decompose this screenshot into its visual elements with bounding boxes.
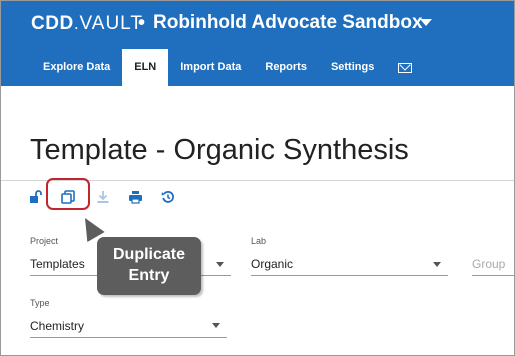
download-icon[interactable] — [94, 187, 112, 207]
group-underline — [472, 275, 514, 276]
main-nav: Explore Data ELN Import Data Reports Set… — [31, 49, 424, 86]
mail-icon — [398, 63, 413, 73]
brand-cdd: CDD — [31, 13, 74, 34]
type-underline — [30, 337, 227, 338]
brand-vault: VAULT — [79, 13, 143, 34]
top-header: CDD. VAULT • Robinhold Advocate Sandbox E… — [1, 1, 514, 86]
duplicate-highlight-box — [46, 178, 90, 210]
type-label: Type — [30, 298, 50, 308]
tab-eln[interactable]: ELN — [122, 49, 169, 86]
type-value[interactable]: Chemistry — [30, 319, 84, 333]
page-title: Template - Organic Synthesis — [30, 134, 409, 166]
cdd-vault-logo[interactable]: CDD. VAULT — [31, 13, 143, 35]
group-field[interactable]: Group — [472, 257, 505, 271]
lab-label: Lab — [251, 236, 267, 246]
project-value[interactable]: Templates — [30, 257, 85, 271]
app-window: CDD. VAULT • Robinhold Advocate Sandbox E… — [0, 0, 515, 356]
lab-dropdown-icon[interactable] — [433, 262, 441, 267]
unlock-icon[interactable] — [27, 187, 45, 207]
type-dropdown-icon[interactable] — [212, 323, 220, 328]
duplicate-entry-callout: Duplicate Entry — [97, 237, 201, 295]
project-label: Project — [30, 236, 59, 246]
tab-reports[interactable]: Reports — [253, 49, 319, 86]
tab-settings[interactable]: Settings — [319, 49, 386, 86]
project-dropdown-icon[interactable] — [216, 262, 224, 267]
lab-underline — [251, 275, 448, 276]
lab-value[interactable]: Organic — [251, 257, 293, 271]
print-icon[interactable] — [126, 187, 144, 207]
tab-messages[interactable] — [386, 49, 424, 86]
callout-line-2: Entry — [128, 267, 170, 284]
tab-import-data[interactable]: Import Data — [168, 49, 253, 86]
callout-line-1: Duplicate — [112, 246, 185, 263]
title-separator: • — [138, 12, 146, 34]
tab-explore-data[interactable]: Explore Data — [31, 49, 122, 86]
brand-dot: . — [74, 18, 79, 32]
project-name[interactable]: Robinhold Advocate Sandbox — [153, 12, 423, 34]
history-icon[interactable] — [159, 187, 177, 207]
project-dropdown-icon[interactable] — [420, 19, 432, 26]
